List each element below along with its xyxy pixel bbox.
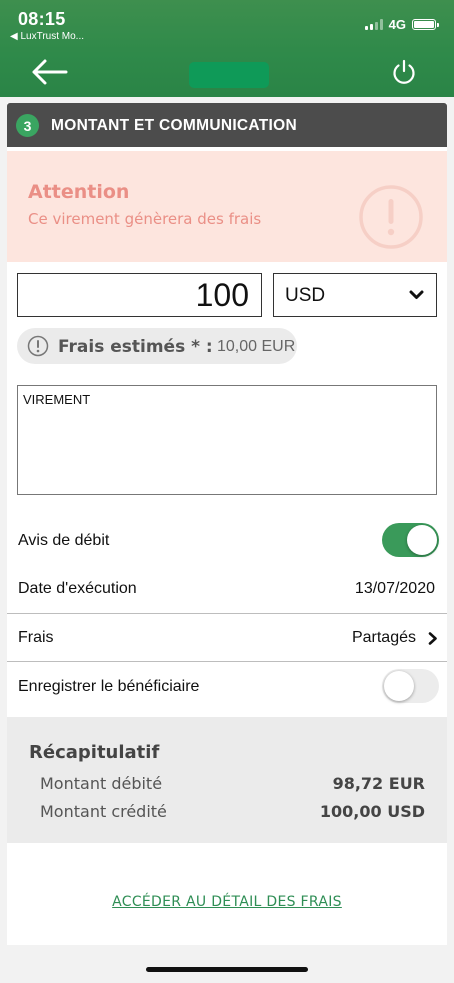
status-back-app[interactable]: ◀ LuxTrust Mo... [10,31,84,42]
section-header: 3 MONTANT ET COMMUNICATION [7,103,447,147]
save-beneficiary-label: Enregistrer le bénéficiaire [18,678,200,695]
fees-alert: Attention Ce virement génèrera des frais [7,151,447,262]
debit-notice-row: Avis de débit [7,517,447,564]
debited-amount-value: 98,72 EUR [332,774,425,793]
step-badge: 3 [16,114,39,137]
save-beneficiary-toggle[interactable] [382,669,439,703]
amount-input[interactable]: 100 [17,273,262,317]
signal-icon [364,19,383,30]
communication-field[interactable]: VIREMENT [17,385,437,495]
fees-detail-link[interactable]: ACCÉDER AU DÉTAIL DES FRAIS [7,894,447,910]
summary-title: Récapitulatif [29,742,160,763]
credited-amount-label: Montant crédité [40,802,167,821]
info-exclamation-icon [27,335,49,357]
debit-notice-label: Avis de débit [18,532,110,549]
power-icon[interactable] [390,58,418,86]
home-indicator[interactable] [146,967,308,972]
chevron-right-icon [428,632,437,645]
status-time: 08:15 [18,9,66,29]
currency-select[interactable]: USD [273,273,437,317]
battery-icon [412,19,439,30]
chevron-down-icon [409,290,424,299]
execution-date-value: 13/07/2020 [354,580,435,597]
debit-notice-toggle[interactable] [382,523,439,557]
currency-value: USD [285,285,326,306]
fees-mode-value: Partagés [351,629,416,646]
fees-label: Frais estimés * : [58,337,213,357]
debited-amount-label: Montant débité [40,774,163,793]
transfer-form-card: 3 MONTANT ET COMMUNICATION Attention Ce … [7,103,447,945]
alert-title: Attention [28,181,130,203]
estimated-fees-badge: Frais estimés * : 10,00 EUR [17,328,297,364]
summary-panel: Récapitulatif Montant débité 98,72 EUR M… [7,717,447,843]
execution-date-row[interactable]: Date d'exécution 13/07/2020 [7,565,447,612]
fees-mode-label: Frais [18,629,54,646]
top-bar: 08:15 ◀ LuxTrust Mo... 4G [0,0,454,97]
status-indicators: 4G [364,17,439,32]
execution-date-label: Date d'exécution [18,580,137,597]
network-type: 4G [388,17,406,32]
arrow-left-icon[interactable] [30,56,70,88]
credited-amount-value: 100,00 USD [319,802,425,821]
divider [7,661,447,662]
bank-logo [189,62,269,88]
fees-mode-row[interactable]: Frais Partagés [7,614,447,661]
exclamation-circle-icon [359,185,423,249]
section-title: MONTANT ET COMMUNICATION [51,117,297,134]
alert-text: Ce virement génèrera des frais [28,210,262,228]
save-beneficiary-row: Enregistrer le bénéficiaire [7,663,447,710]
amount-value: 100 [195,277,249,313]
fees-value: 10,00 EUR [217,338,296,355]
